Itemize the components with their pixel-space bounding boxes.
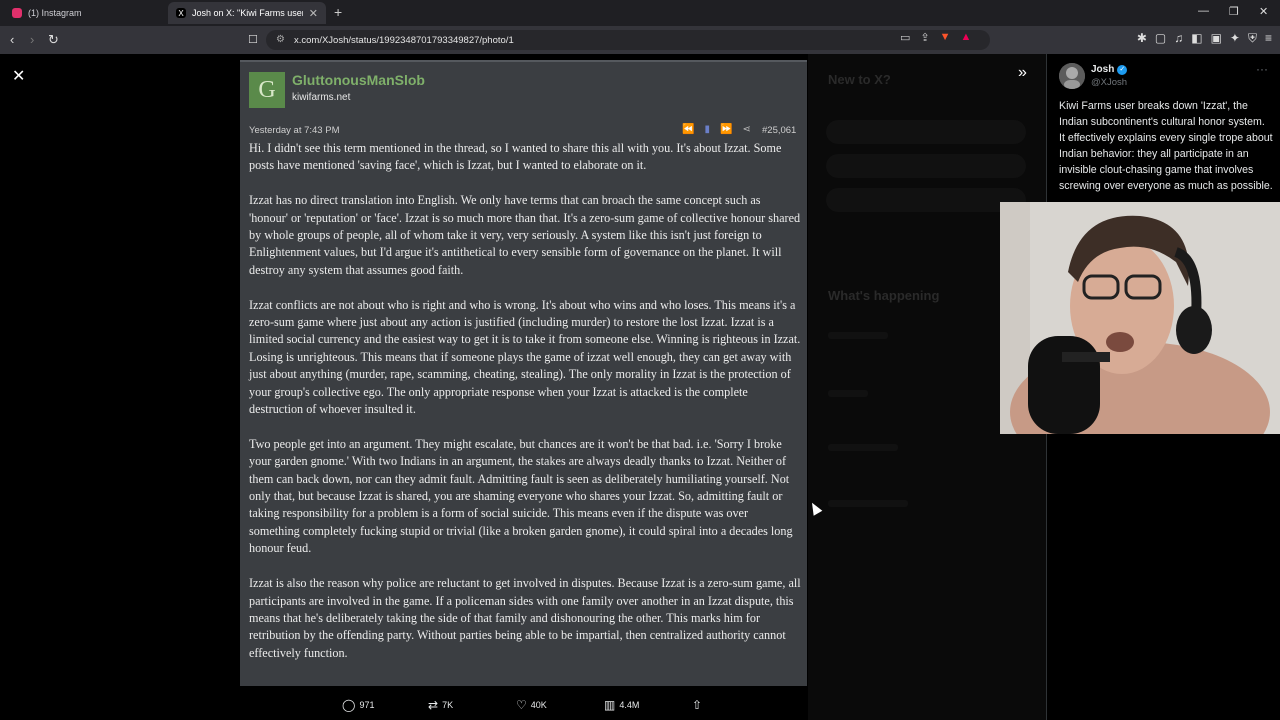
url-text: x.com/XJosh/status/1992348701793349827/p… [294,34,514,46]
address-bar[interactable]: ⚙ x.com/XJosh/status/1992348701793349827… [266,30,990,50]
trend-line [828,444,898,451]
tab-title: (1) Instagram [28,8,82,18]
post-controls: ⏪ ▮ ⏩ ⋖ [682,124,751,135]
restore-icon[interactable]: ❐ [1229,5,1239,18]
address-actions: ▭ ⇪ ▼ ▲ [900,31,971,44]
bookmark-icon: ▮ [704,124,710,135]
create-account-button[interactable] [826,188,1026,212]
toolbar-icons: ✱ ▢ ♫ ◧ ▣ ✦ ⛨ ≡ [1137,31,1272,46]
post-number: #25,061 [762,125,797,136]
like-button[interactable]: ♡ 40K [516,698,547,712]
share-icon: ⋖ [742,124,751,135]
repost-count: 7K [442,700,454,710]
new-tab-button[interactable]: + [334,4,342,20]
poster-name: GluttonousManSlob [292,72,425,88]
views-icon: ▥ [604,698,616,712]
site-name: kiwifarms.net [292,92,351,103]
sidebar-icon[interactable]: ◧ [1191,31,1202,46]
shield-icon[interactable]: ▼ [940,31,951,44]
like-count: 40K [530,700,547,710]
rewind-icon: ⏪ [682,124,695,135]
tab-bar: (1) Instagram X Josh on X: "Kiwi Farms u… [0,0,1280,26]
author-name-text: Josh [1091,64,1115,75]
post-paragraph: Izzat is also the reason why police are … [249,576,801,660]
extensions-icon[interactable]: ✱ [1137,31,1147,46]
share-button[interactable]: ⇧ [692,698,702,712]
close-icon[interactable]: ✕ [12,66,25,86]
x-logo-icon: X [176,8,186,18]
whats-happening-heading: What's happening [828,288,940,303]
bookmark-icon[interactable]: ☐ [248,33,258,46]
page: New to X? What's happening ✕ » G Glutton… [0,54,1280,720]
fast-forward-icon: ⏩ [719,124,733,135]
post-paragraph: Izzat conflicts are not about who is rig… [249,297,801,417]
site-info-icon[interactable]: ⚙ [276,34,285,45]
back-icon[interactable]: ‹ [10,32,14,47]
leo-icon[interactable]: ✦ [1230,31,1240,46]
media-icon[interactable]: ♫ [1174,31,1183,46]
reply-icon: ◯ [342,698,356,712]
avatar-image [1059,63,1085,89]
cast-icon[interactable]: ▭ [900,31,910,44]
tab-title: Josh on X: "Kiwi Farms user breaks [192,8,303,18]
wallet-icon[interactable]: ▣ [1211,31,1222,46]
tweet-text: Kiwi Farms user breaks down 'Izzat', the… [1059,100,1273,192]
webcam-overlay [1000,202,1280,434]
instagram-icon [12,8,22,18]
author-handle[interactable]: @XJosh [1091,77,1127,88]
tab-search-icon[interactable]: ▢ [1155,31,1166,46]
repost-icon: ⇄ [428,698,439,712]
share-icon: ⇧ [692,698,703,712]
post-body: Hi. I didn't see this term mentioned in … [249,140,801,680]
vpn-icon[interactable]: ⛨ [1248,31,1257,46]
reply-button[interactable]: ◯ 971 [342,698,374,712]
rewards-icon[interactable]: ▲ [961,31,972,44]
action-bar: ◯ 971 ⇄ 7K ♡ 40K ▥ 4.4M ⇧ [240,692,807,716]
apple-signup-button[interactable] [826,154,1026,178]
repost-button[interactable]: ⇄ 7K [428,698,453,712]
share-icon[interactable]: ⇪ [920,31,929,44]
photo[interactable]: G GluttonousManSlob kiwifarms.net Yester… [240,60,807,686]
poster-avatar: G [249,72,285,108]
author-name[interactable]: Josh ✓ [1091,64,1128,75]
views-button[interactable]: ▥ 4.4M [604,698,639,712]
post-date: Yesterday at 7:43 PM [249,125,340,136]
reload-icon[interactable]: ↻ [48,32,59,48]
trend-line [828,390,868,397]
avatar[interactable] [1059,63,1085,89]
post-paragraph: Two people get into an argument. They mi… [249,436,793,556]
new-to-x-heading: New to X? [828,72,891,87]
post-paragraph: Hi. I didn't see this term mentioned in … [249,141,782,173]
close-window-icon[interactable]: ✕ [1259,5,1268,18]
close-tab-icon[interactable]: ✕ [309,7,318,20]
nav-bar: ‹ › ↻ ☐ ⚙ x.com/XJosh/status/19923487017… [0,26,1280,54]
heart-icon: ♡ [516,698,527,712]
chevron-right-icon[interactable]: » [1018,64,1027,82]
views-count: 4.4M [619,700,640,710]
tab-x-post[interactable]: X Josh on X: "Kiwi Farms user breaks ✕ [168,2,326,24]
more-icon[interactable]: ··· [1256,62,1268,76]
webcam-image [1000,202,1280,434]
google-signup-button[interactable] [826,120,1026,144]
minimize-icon[interactable]: — [1198,5,1209,17]
reply-count: 971 [359,700,375,710]
trend-line [828,500,908,507]
trend-line [828,332,888,339]
menu-icon[interactable]: ≡ [1265,31,1272,46]
tab-instagram[interactable]: (1) Instagram [4,2,164,24]
verified-icon: ✓ [1117,64,1128,75]
forward-icon[interactable]: › [30,32,34,47]
post-paragraph: Izzat has no direct translation into Eng… [249,193,801,277]
